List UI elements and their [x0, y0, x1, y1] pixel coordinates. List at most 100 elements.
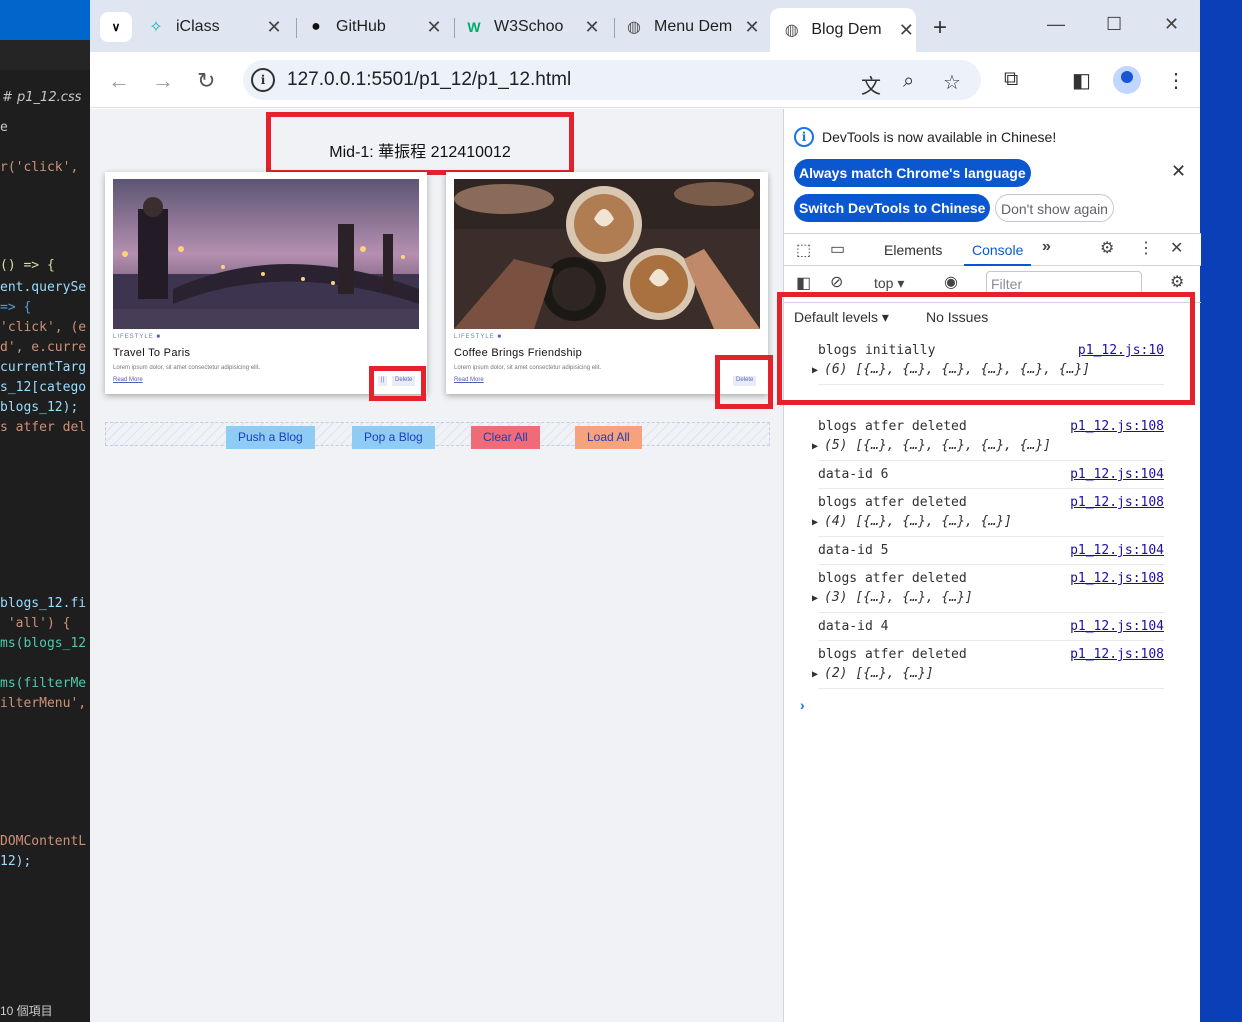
pop-a-blog-button[interactable]: Pop a Blog: [352, 426, 435, 449]
more-tabs-icon[interactable]: »: [1042, 238, 1051, 256]
expand-triangle-icon[interactable]: ▶: [812, 517, 818, 528]
code-line: s atfer del: [0, 420, 87, 435]
devtools-menu-icon[interactable]: ⋮: [1138, 238, 1154, 258]
highlight-box-console: [777, 292, 1195, 405]
paris-bridge-image: [113, 179, 419, 329]
array-preview: (5) [{…}, {…}, {…}, {…}, {…}]: [824, 438, 1052, 453]
code-line: s_12[catego: [0, 380, 87, 395]
url-text[interactable]: 127.0.0.1:5501/p1_12/p1_12.html: [287, 69, 571, 91]
editor-tab-css[interactable]: # p1_12.css: [0, 84, 92, 112]
code-line: 'all') {: [0, 616, 71, 631]
source-link[interactable]: p1_12.js:108: [1070, 419, 1164, 434]
close-window-button[interactable]: ✕: [1164, 14, 1179, 35]
console-divider: [818, 612, 1164, 613]
browser-tab[interactable]: W W3Schoo ✕: [464, 10, 602, 44]
source-link[interactable]: p1_12.js:104: [1070, 543, 1164, 558]
translate-icon[interactable]: 文: [861, 70, 881, 99]
highlight-box-delete-2: [715, 355, 773, 409]
source-link[interactable]: p1_12.js:108: [1070, 495, 1164, 510]
source-link[interactable]: p1_12.js:108: [1070, 647, 1164, 662]
card-title: Coffee Brings Friendship: [454, 347, 583, 359]
close-devtools-icon[interactable]: ✕: [1170, 238, 1183, 258]
inspect-element-icon[interactable]: ⬚: [796, 240, 811, 260]
settings-gear-icon[interactable]: ⚙: [1100, 238, 1114, 258]
device-toolbar-icon[interactable]: ▭: [830, 239, 845, 259]
tab-title: W3Schoo: [494, 18, 564, 35]
close-tab-icon[interactable]: ✕: [897, 20, 916, 41]
console-message: data-id 4 p1_12.js:104: [818, 619, 1164, 634]
tab-title: Blog Dem: [811, 21, 882, 38]
close-tab-icon[interactable]: ✕: [424, 17, 444, 38]
context-select[interactable]: top ▾: [874, 275, 904, 292]
minimize-button[interactable]: —: [1047, 14, 1065, 35]
close-tab-icon[interactable]: ✕: [582, 17, 602, 38]
clear-console-icon[interactable]: ⊘: [830, 272, 843, 292]
expand-triangle-icon[interactable]: ▶: [812, 669, 818, 680]
source-link[interactable]: p1_12.js:104: [1070, 467, 1164, 482]
tab-search-button[interactable]: ∨: [100, 12, 132, 42]
console-divider: [818, 460, 1164, 461]
iclass-icon: ✧: [149, 19, 163, 36]
side-panel-icon[interactable]: ◧: [1072, 68, 1091, 93]
expandable-array[interactable]: ▶ (3) [{…}, {…}, {…}]: [812, 590, 1164, 605]
close-tab-icon[interactable]: ✕: [264, 17, 284, 38]
devtools-panel: i DevTools is now available in Chinese! …: [777, 109, 1201, 1022]
array-preview: (2) [{…}, {…}]: [824, 666, 934, 681]
new-tab-button[interactable]: +: [933, 14, 947, 42]
w3schools-icon: W: [467, 19, 481, 35]
source-link[interactable]: p1_12.js:108: [1070, 571, 1164, 586]
expand-triangle-icon[interactable]: ▶: [812, 441, 818, 452]
reload-button[interactable]: ↻: [197, 68, 215, 94]
card-title: Travel To Paris: [113, 347, 191, 359]
expandable-array[interactable]: ▶ (2) [{…}, {…}]: [812, 666, 1164, 681]
browser-tab[interactable]: ✧ iClass ✕: [146, 10, 284, 44]
console-divider: [818, 488, 1164, 489]
sidebar-toggle-icon[interactable]: ◧: [796, 273, 811, 293]
expandable-array[interactable]: ▶ (4) [{…}, {…}, {…}, {…}]: [812, 514, 1164, 529]
extensions-icon[interactable]: ⧉: [1004, 68, 1018, 91]
code-line: currentTarg: [0, 360, 87, 375]
browser-tab[interactable]: ◍ Menu Dem ✕: [624, 10, 762, 44]
read-more-link[interactable]: Read More: [454, 377, 484, 383]
expandable-array[interactable]: ▶ (5) [{…}, {…}, {…}, {…}, {…}]: [812, 438, 1164, 453]
live-expression-eye-icon[interactable]: ◉: [944, 272, 958, 292]
expand-triangle-icon[interactable]: ▶: [812, 593, 818, 604]
zoom-icon[interactable]: ⌕: [903, 70, 914, 93]
read-more-link[interactable]: Read More: [113, 377, 143, 383]
tag-icon: ■: [497, 334, 502, 340]
switch-to-chinese-button[interactable]: Switch DevTools to Chinese: [794, 194, 991, 222]
clear-all-button[interactable]: Clear All: [471, 426, 540, 449]
browser-tab[interactable]: ◍ Blog Dem ✕: [770, 8, 916, 52]
maximize-button[interactable]: ☐: [1106, 14, 1122, 35]
dont-show-again-button[interactable]: Don't show again: [995, 194, 1114, 222]
console-message: data-id 5 p1_12.js:104: [818, 543, 1164, 558]
browser-toolbar: ← → ↻ i 127.0.0.1:5501/p1_12/p1_12.html …: [90, 52, 1200, 108]
address-bar[interactable]: i 127.0.0.1:5501/p1_12/p1_12.html 文 ⌕ ☆: [243, 60, 981, 100]
tab-separator: [296, 18, 297, 38]
globe-icon: ◍: [784, 22, 799, 39]
back-button[interactable]: ←: [108, 68, 130, 94]
profile-avatar[interactable]: [1113, 66, 1141, 94]
always-match-language-button[interactable]: Always match Chrome's language: [794, 159, 1031, 187]
load-all-button[interactable]: Load All: [575, 426, 642, 449]
forward-button[interactable]: →: [152, 68, 174, 94]
card-category: LIFESTYLE ■: [454, 334, 502, 340]
close-notice-icon[interactable]: ✕: [1171, 161, 1186, 182]
editor-title-bar: [0, 0, 92, 40]
tab-separator: [454, 18, 455, 38]
tab-console[interactable]: Console: [963, 242, 1032, 266]
console-prompt-icon[interactable]: ›: [800, 697, 805, 713]
site-info-icon[interactable]: i: [251, 68, 275, 92]
source-link[interactable]: p1_12.js:104: [1070, 619, 1164, 634]
console-settings-icon[interactable]: ⚙: [1170, 272, 1184, 292]
tab-elements[interactable]: Elements: [884, 242, 942, 258]
code-line: => {: [0, 300, 32, 315]
console-divider: [818, 640, 1164, 641]
tab-separator: [614, 18, 615, 38]
close-tab-icon[interactable]: ✕: [742, 17, 762, 38]
browser-tab[interactable]: ● GitHub ✕: [306, 10, 444, 44]
code-line: ent.querySe: [0, 280, 87, 295]
bookmark-star-icon[interactable]: ☆: [943, 70, 961, 95]
push-a-blog-button[interactable]: Push a Blog: [226, 426, 315, 449]
menu-kebab-icon[interactable]: ⋮: [1166, 68, 1186, 93]
